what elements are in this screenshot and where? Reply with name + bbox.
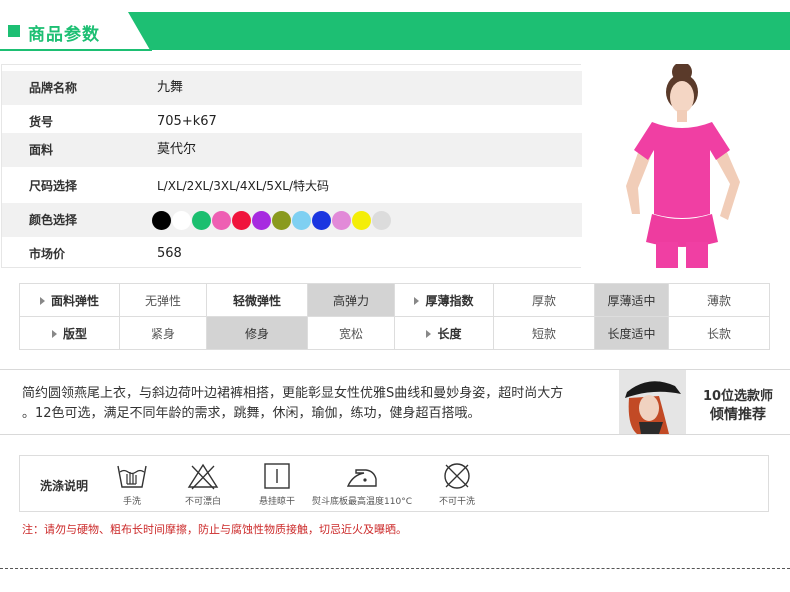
dashed-divider	[0, 568, 790, 569]
param-row-brand: 品牌名称 九舞	[2, 71, 582, 105]
param-label: 面料	[29, 143, 54, 157]
model-photo	[582, 64, 780, 268]
color-swatch[interactable]	[292, 211, 311, 230]
color-swatch[interactable]	[152, 211, 171, 230]
triangle-icon	[51, 329, 57, 338]
color-swatch[interactable]	[272, 211, 291, 230]
section-title: 商品参数	[28, 25, 100, 45]
wash-item: 不可干洗	[432, 462, 482, 507]
attr-option: 轻微弹性	[206, 283, 308, 317]
attr-option: 无弹性	[119, 283, 207, 317]
color-swatch[interactable]	[172, 211, 191, 230]
triangle-icon	[426, 329, 432, 338]
stylist-count: 10位选款师	[702, 389, 774, 404]
param-value: 莫代尔	[157, 142, 197, 157]
param-row-color: 颜色选择	[2, 203, 582, 237]
color-swatch[interactable]	[232, 211, 251, 230]
attr-key-fit: 版型	[19, 316, 120, 350]
wash-instructions: 洗涤说明 手洗 不可漂白 悬挂晾干 熨斗底板最高温度110°C 不可干洗	[19, 455, 769, 512]
triangle-icon	[414, 296, 420, 305]
color-swatch[interactable]	[192, 211, 211, 230]
param-row-size: 尺码选择 L/XL/2XL/3XL/4XL/5XL/特大码	[2, 169, 582, 203]
attr-key-thickness: 厚薄指数	[394, 283, 494, 317]
param-value: 568	[157, 246, 182, 261]
color-swatch[interactable]	[312, 211, 331, 230]
attr-option: 宽松	[307, 316, 395, 350]
care-note: 注：请勿与硬物、粗布长时间摩擦，防止与腐蚀性物质接触，切忌近火及曝晒。	[22, 523, 407, 536]
attr-key-elasticity: 面料弹性	[19, 283, 120, 317]
header-underline	[0, 49, 152, 51]
wash-label: 熨斗底板最高温度110°C	[312, 497, 412, 507]
wash-item: 悬挂晾干	[252, 462, 302, 507]
wash-label: 悬挂晾干	[258, 497, 295, 507]
attr-option: 厚款	[493, 283, 595, 317]
no-bleach-icon	[187, 463, 219, 490]
attribute-row: 面料弹性 无弹性 轻微弹性 高弹力 厚薄指数 厚款 厚薄适中 薄款	[19, 283, 770, 317]
param-row-fabric: 面料 莫代尔	[2, 133, 582, 167]
attr-option-selected: 长度适中	[594, 316, 669, 350]
color-swatches	[152, 211, 391, 231]
attr-option: 短款	[493, 316, 595, 350]
hand-wash-icon	[117, 465, 147, 488]
divider	[0, 434, 790, 435]
wash-item: 熨斗底板最高温度110°C	[312, 462, 412, 507]
triangle-icon	[39, 296, 45, 305]
stylist-tag: 倾情推荐	[710, 407, 766, 423]
param-label: 品牌名称	[29, 81, 78, 95]
param-label: 尺码选择	[29, 179, 78, 193]
attr-option-selected: 厚薄适中	[594, 283, 669, 317]
attr-key-length: 长度	[394, 316, 494, 350]
params-table: 品牌名称 九舞 货号 705+k67 面料 莫代尔 尺码选择 L/XL/2XL/…	[1, 64, 582, 271]
description-line: 简约圆领燕尾上衣，与斜边荷叶边裙裤相搭，更能彰显女性优雅S曲线和曼妙身姿，超时尚…	[22, 386, 564, 401]
param-value: 九舞	[157, 80, 184, 95]
wash-label: 不可干洗	[438, 497, 475, 507]
color-swatch[interactable]	[372, 211, 391, 230]
color-swatch[interactable]	[332, 211, 351, 230]
attribute-table: 面料弹性 无弹性 轻微弹性 高弹力 厚薄指数 厚款 厚薄适中 薄款 版型 紧身 …	[19, 283, 770, 350]
header-square-icon	[8, 25, 20, 37]
attr-option-selected: 高弹力	[307, 283, 395, 317]
stylist-photo	[619, 370, 686, 434]
wash-label: 不可漂白	[184, 497, 221, 507]
param-value: L/XL/2XL/3XL/4XL/5XL/特大码	[157, 179, 330, 193]
wash-title: 洗涤说明	[40, 479, 89, 493]
attribute-row: 版型 紧身 修身 宽松 长度 短款 长度适中 长款	[19, 316, 770, 350]
attr-option: 长款	[668, 316, 770, 350]
param-label: 颜色选择	[29, 213, 78, 227]
attr-option: 紧身	[119, 316, 207, 350]
color-swatch[interactable]	[212, 211, 231, 230]
product-description: 简约圆领燕尾上衣，与斜边荷叶边裙裤相搭，更能彰显女性优雅S曲线和曼妙身姿，超时尚…	[22, 384, 614, 424]
wash-label: 手洗	[122, 497, 141, 507]
hang-dry-icon	[264, 463, 290, 489]
section-header: 商品参数	[0, 12, 790, 51]
param-label: 市场价	[29, 247, 66, 261]
param-row-price: 市场价 568	[2, 237, 582, 271]
color-swatch[interactable]	[252, 211, 271, 230]
wash-item: 手洗	[114, 462, 150, 507]
color-swatch[interactable]	[352, 211, 371, 230]
attr-option-selected: 修身	[206, 316, 308, 350]
description-line: 。12色可选，满足不同年龄的需求，跳舞，休闲，瑜伽，练功，健身超百搭哦。	[22, 406, 481, 421]
no-dry-clean-icon	[444, 463, 470, 489]
attr-option: 薄款	[668, 283, 770, 317]
iron-icon	[346, 469, 377, 487]
wash-item: 不可漂白	[178, 462, 228, 507]
